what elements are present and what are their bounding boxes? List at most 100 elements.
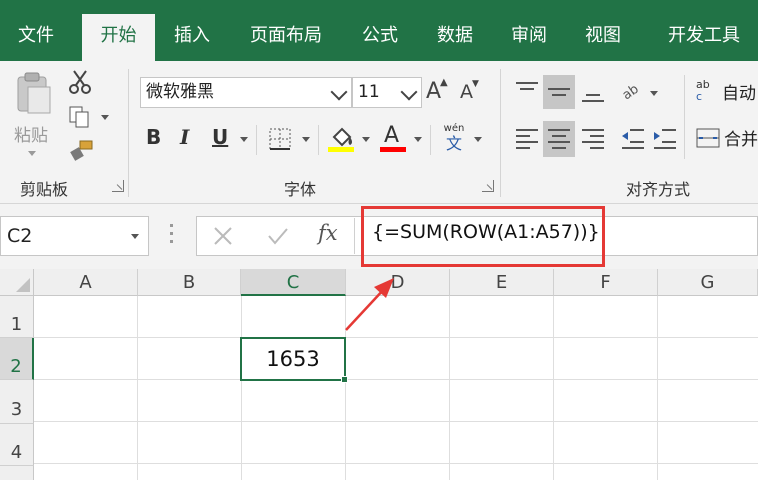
font-dialog-launcher-icon[interactable] (482, 180, 494, 192)
insert-function-button[interactable]: fx (318, 221, 338, 245)
paste-label: 粘贴 (14, 126, 48, 146)
tab-page-layout[interactable]: 页面布局 (238, 14, 334, 61)
underline-button[interactable]: U (212, 125, 228, 149)
name-box-value: C2 (7, 225, 33, 247)
column-header-c[interactable]: C (241, 269, 346, 296)
font-size-select[interactable]: 11 (352, 77, 422, 108)
align-middle-button[interactable] (543, 75, 575, 109)
align-right-icon[interactable] (580, 125, 606, 151)
wrap-text-label: 自动 (722, 84, 756, 104)
column-header-g[interactable]: G (658, 269, 758, 296)
row-header-1[interactable]: 1 (0, 296, 34, 338)
align-bottom-icon[interactable] (580, 81, 606, 105)
chevron-down-icon (400, 83, 418, 101)
font-color-swatch (380, 147, 406, 152)
font-size-value: 11 (358, 82, 380, 102)
fill-color-dropdown-icon[interactable] (362, 137, 370, 142)
copy-icon[interactable] (68, 105, 92, 131)
fill-handle[interactable] (341, 376, 348, 383)
align-left-icon[interactable] (514, 125, 540, 151)
font-group-label: 字体 (284, 180, 317, 199)
tab-insert[interactable]: 插入 (160, 14, 224, 61)
separator (318, 125, 319, 155)
cell-grid[interactable] (34, 296, 758, 480)
align-center-icon (548, 129, 570, 149)
phonetic-guide-button[interactable]: wén 文 (440, 123, 468, 155)
enter-check-icon[interactable] (266, 225, 290, 247)
tab-data[interactable]: 数据 (424, 14, 486, 61)
separator (684, 75, 685, 159)
grow-font-button[interactable]: A ▲ (426, 77, 448, 104)
tab-file[interactable]: 文件 (0, 14, 72, 61)
align-center-button[interactable] (543, 121, 575, 157)
tab-home[interactable]: 开始 (82, 14, 155, 61)
select-all-corner[interactable] (0, 269, 34, 296)
orientation-dropdown-icon[interactable] (650, 91, 658, 96)
column-header-e[interactable]: E (450, 269, 554, 296)
more-options-icon[interactable] (170, 224, 174, 248)
underline-dropdown-icon[interactable] (240, 137, 248, 142)
fill-color-swatch (328, 147, 354, 152)
active-cell-c2[interactable]: 1653 (240, 337, 346, 381)
name-box[interactable]: C2 (0, 216, 149, 256)
name-box-dropdown-icon[interactable] (131, 234, 139, 239)
merge-center-button[interactable]: 合并 (696, 123, 758, 155)
increase-indent-icon[interactable] (652, 125, 678, 151)
bold-button[interactable]: B (146, 125, 161, 149)
formula-highlight-box (361, 206, 605, 267)
row-header-4[interactable]: 4 (0, 424, 34, 466)
tab-formulas[interactable]: 公式 (348, 14, 412, 61)
tab-review[interactable]: 审阅 (498, 14, 560, 61)
align-middle-icon (548, 88, 570, 96)
tab-view[interactable]: 视图 (572, 14, 634, 61)
font-name-value: 微软雅黑 (146, 82, 214, 102)
wrap-text-icon: ab c (696, 78, 710, 103)
separator (500, 69, 501, 197)
font-name-select[interactable]: 微软雅黑 (140, 77, 352, 108)
column-header-a[interactable]: A (34, 269, 138, 296)
borders-dropdown-icon[interactable] (302, 137, 310, 142)
clipboard-group-label: 剪贴板 (20, 180, 69, 199)
chevron-down-icon (330, 83, 348, 101)
separator (430, 125, 431, 155)
paste-icon (17, 72, 51, 114)
paste-button[interactable]: 粘贴 (10, 69, 56, 161)
shrink-font-button[interactable]: A ▼ (460, 79, 479, 103)
copy-dropdown-icon[interactable] (101, 115, 109, 120)
clipboard-dialog-launcher-icon[interactable] (112, 180, 124, 192)
row-header-3[interactable]: 3 (0, 380, 34, 424)
svg-text:ab: ab (620, 82, 642, 103)
separator (128, 69, 129, 197)
decrease-indent-icon[interactable] (620, 125, 646, 151)
row-header-2[interactable]: 2 (0, 338, 34, 380)
phonetic-dropdown-icon[interactable] (474, 137, 482, 142)
tab-developer[interactable]: 开发工具 (650, 14, 758, 61)
borders-icon[interactable] (268, 127, 292, 151)
cancel-icon[interactable] (212, 225, 234, 247)
align-top-icon[interactable] (514, 79, 540, 103)
italic-button[interactable]: I (180, 125, 189, 149)
column-header-f[interactable]: F (554, 269, 658, 296)
alignment-group-label: 对齐方式 (626, 180, 691, 199)
row-header-5[interactable] (0, 466, 34, 480)
orientation-icon[interactable]: ab (620, 79, 646, 103)
column-header-b[interactable]: B (138, 269, 241, 296)
format-painter-icon[interactable] (68, 139, 94, 163)
ribbon-tab-bar: 文件 开始 插入 页面布局 公式 数据 审阅 视图 开发工具 (0, 0, 758, 61)
phonetic-bottom-label: 文 (445, 134, 462, 153)
select-all-icon (16, 278, 30, 292)
font-color-button[interactable]: A (384, 123, 399, 148)
separator (256, 125, 257, 155)
wrap-text-button[interactable]: ab c 自动 (696, 77, 758, 109)
formula-bar-divider (354, 218, 355, 254)
grow-font-label: A (426, 79, 442, 104)
column-header-d[interactable]: D (346, 269, 450, 296)
cut-icon[interactable] (68, 69, 92, 95)
paste-dropdown-icon[interactable] (28, 151, 36, 156)
merge-cells-icon (696, 128, 720, 148)
font-color-dropdown-icon[interactable] (414, 137, 422, 142)
caret-down-icon: ▼ (472, 79, 479, 89)
ribbon: 粘贴 剪贴板 微软雅黑 11 A ▲ A ▼ B I U A wén 文 字体 … (0, 61, 758, 204)
caret-up-icon: ▲ (440, 77, 448, 88)
merge-label: 合并 (724, 130, 758, 150)
